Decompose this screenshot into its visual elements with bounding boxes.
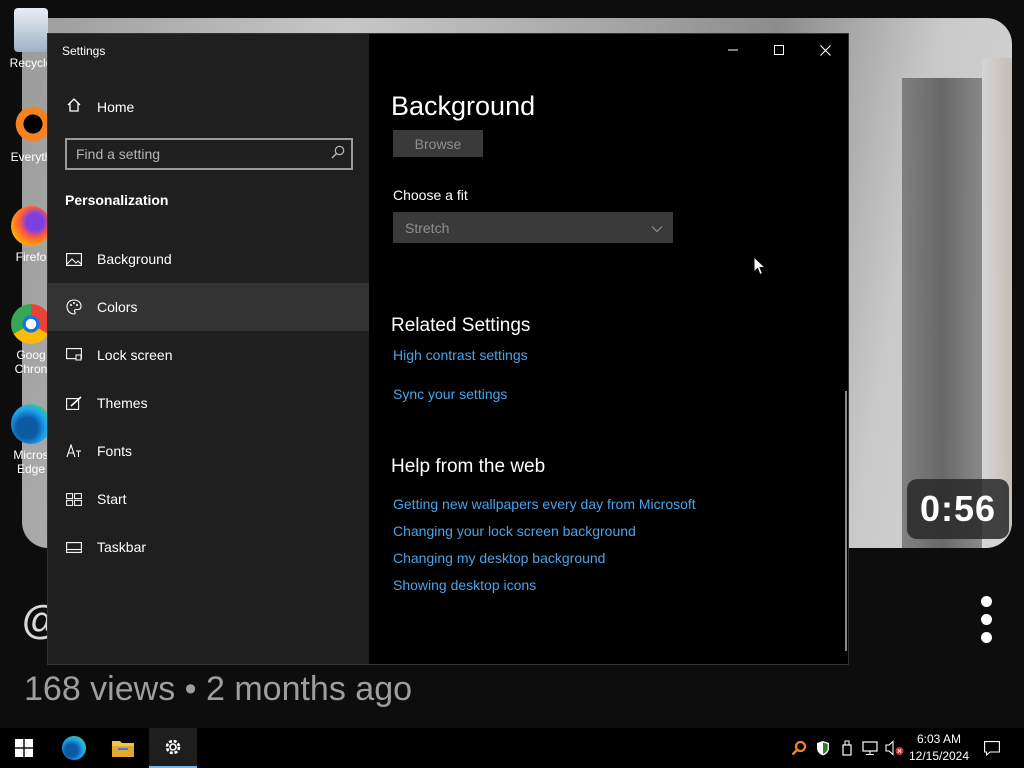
clock-time: 6:03 AM <box>916 732 962 746</box>
help-link-lock-screen[interactable]: Changing your lock screen background <box>393 523 636 539</box>
help-link-desktop-icons[interactable]: Showing desktop icons <box>393 577 536 593</box>
security-tray-icon[interactable] <box>814 728 832 768</box>
maximize-icon <box>774 45 784 55</box>
recycle-bin-icon <box>14 8 48 52</box>
monitor-lock-icon <box>65 348 83 362</box>
settings-window: Settings Home Personalization Background <box>47 33 849 665</box>
sync-settings-link[interactable]: Sync your settings <box>393 386 507 402</box>
font-icon <box>65 444 83 458</box>
everything-tray-icon[interactable] <box>790 728 808 768</box>
choose-fit-label: Choose a fit <box>393 187 468 203</box>
edge-icon <box>62 736 86 760</box>
volume-muted-icon <box>885 740 904 756</box>
sidebar-item-colors[interactable]: Colors <box>48 283 369 331</box>
sidebar-item-label: Fonts <box>97 443 133 459</box>
nav-home[interactable]: Home <box>48 92 369 122</box>
sidebar-item-background[interactable]: Background <box>48 235 369 283</box>
usb-tray-icon[interactable] <box>838 728 856 768</box>
sidebar-item-lock-screen[interactable]: Lock screen <box>48 331 369 379</box>
taskbar-clock[interactable]: 6:03 AM 12/15/2024 <box>904 731 974 765</box>
more-options-icon[interactable] <box>978 596 994 648</box>
taskbar-settings[interactable] <box>149 728 197 768</box>
help-link-desktop-background[interactable]: Changing my desktop background <box>393 550 605 566</box>
video-timestamp: 0:56 <box>907 479 1009 539</box>
browse-button[interactable]: Browse <box>393 130 483 157</box>
minimize-icon <box>728 49 738 51</box>
search-tray-icon <box>791 740 807 756</box>
high-contrast-settings-link[interactable]: High contrast settings <box>393 347 528 363</box>
usb-drive-icon <box>842 740 852 756</box>
taskbar-icon <box>65 541 83 553</box>
sidebar-item-themes[interactable]: Themes <box>48 379 369 427</box>
mouse-cursor-icon <box>753 256 767 276</box>
search-input[interactable] <box>67 146 325 162</box>
network-icon <box>862 740 878 755</box>
minimize-button[interactable] <box>710 34 756 66</box>
home-icon <box>65 97 83 118</box>
settings-sidebar: Settings Home Personalization Background <box>48 34 369 664</box>
desktop-icon-label: Firefo <box>15 250 47 264</box>
content-scrollbar[interactable] <box>845 391 847 651</box>
desktop-icon-label: Micros Edge <box>13 448 49 476</box>
fit-dropdown[interactable]: Stretch <box>393 212 673 243</box>
brush-icon <box>65 396 83 410</box>
page-title: Background <box>391 91 536 121</box>
settings-content: Background Browse Choose a fit Stretch R… <box>369 34 848 664</box>
sidebar-item-start[interactable]: Start <box>48 475 369 523</box>
video-highlight <box>982 58 1012 538</box>
help-from-web-heading: Help from the web <box>391 456 546 477</box>
image-icon <box>65 252 83 266</box>
help-link-wallpapers[interactable]: Getting new wallpapers every day from Mi… <box>393 496 696 512</box>
video-shadow <box>902 78 982 548</box>
action-center-button[interactable] <box>978 728 1006 768</box>
taskbar-edge[interactable] <box>50 728 98 768</box>
maximize-button[interactable] <box>756 34 802 66</box>
sidebar-item-fonts[interactable]: Fonts <box>48 427 369 475</box>
related-settings-heading: Related Settings <box>391 315 531 336</box>
notification-icon <box>984 740 1000 756</box>
desktop-icon-label: Everyth <box>10 150 52 164</box>
desktop-icon-label: Goog Chron <box>14 348 48 376</box>
start-button[interactable] <box>0 728 48 768</box>
clock-date: 12/15/2024 <box>908 749 970 763</box>
close-icon <box>819 44 831 56</box>
taskbar: 6:03 AM 12/15/2024 <box>0 728 1024 768</box>
close-button[interactable] <box>802 34 848 66</box>
everything-search-icon <box>11 106 51 146</box>
windows-logo-icon <box>15 739 33 757</box>
sidebar-item-label: Start <box>97 491 127 507</box>
gear-icon <box>165 739 181 755</box>
sidebar-item-label: Taskbar <box>97 539 147 555</box>
shield-icon <box>817 741 829 756</box>
palette-icon <box>65 299 83 315</box>
sidebar-item-label: Colors <box>97 299 138 315</box>
sidebar-item-label: Lock screen <box>97 347 173 363</box>
chrome-icon <box>11 304 51 344</box>
search-icon[interactable] <box>325 145 351 163</box>
section-title: Personalization <box>65 192 169 208</box>
fit-dropdown-value: Stretch <box>405 219 450 236</box>
folder-icon <box>112 741 134 757</box>
window-title: Settings <box>62 44 106 58</box>
firefox-icon <box>11 206 51 246</box>
taskbar-file-explorer[interactable] <box>99 728 147 768</box>
sidebar-item-label: Themes <box>97 395 148 411</box>
sidebar-item-taskbar[interactable]: Taskbar <box>48 523 369 571</box>
network-tray-icon[interactable] <box>860 728 882 768</box>
search-box[interactable] <box>65 138 353 170</box>
edge-icon <box>11 404 51 444</box>
volume-tray-icon[interactable] <box>884 728 906 768</box>
desktop-icon-label: Recycle <box>9 56 53 70</box>
video-views-text: 168 views • 2 months ago <box>24 670 413 708</box>
nav-home-label: Home <box>97 99 135 115</box>
sidebar-item-label: Background <box>97 251 172 267</box>
chevron-down-icon <box>651 220 663 236</box>
start-grid-icon <box>65 492 83 506</box>
